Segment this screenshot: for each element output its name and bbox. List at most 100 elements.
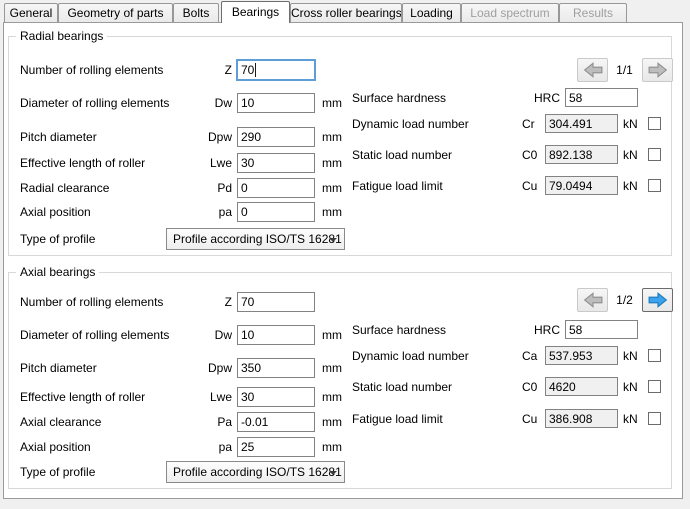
axial-static-load-unit: kN: [623, 377, 638, 397]
radial-dpw-unit: mm: [322, 127, 342, 147]
axial-profile-combobox[interactable]: Profile according ISO/TS 16281: [166, 461, 345, 483]
tab-loading[interactable]: Loading: [402, 3, 461, 23]
tab-geometry-of-parts[interactable]: Geometry of parts: [58, 3, 173, 23]
axial-page-indicator: 1/2: [607, 288, 642, 312]
axial-hardness-label: Surface hardness: [352, 320, 446, 340]
radial-lwe-label: Effective length of roller: [20, 153, 145, 173]
radial-pa-label: Axial position: [20, 202, 91, 222]
axial-static-load-label: Static load number: [352, 377, 452, 397]
radial-pa-symbol: pa: [195, 202, 232, 222]
radial-pd-symbol: Pd: [195, 178, 232, 198]
radial-profile-combobox[interactable]: Profile according ISO/TS 16281: [166, 228, 345, 250]
arrow-right-icon: [648, 292, 668, 308]
tab-general[interactable]: General: [4, 3, 58, 23]
axial-clearance-unit: mm: [322, 412, 342, 432]
axial-lwe-label: Effective length of roller: [20, 387, 145, 407]
chevron-down-icon: [329, 238, 337, 242]
radial-dynamic-load-unit: kN: [623, 114, 638, 134]
radial-dw-label: Diameter of rolling elements: [20, 93, 169, 113]
tab-bolts[interactable]: Bolts: [173, 3, 219, 23]
axial-static-load-checkbox[interactable]: [648, 380, 661, 393]
radial-dw-symbol: Dw: [195, 93, 232, 113]
axial-fatigue-limit-label: Fatigue load limit: [352, 409, 443, 429]
arrow-right-icon: [648, 62, 668, 78]
radial-fatigue-limit-field[interactable]: [545, 176, 618, 195]
axial-dw-label: Diameter of rolling elements: [20, 325, 169, 345]
axial-fatigue-limit-symbol: Cu: [522, 409, 537, 429]
axial-dpw-label: Pitch diameter: [20, 358, 97, 378]
bearings-dialog: { "tabs": [ { "label": "General" }, { "l…: [0, 0, 690, 509]
axial-bearings-group-title: Axial bearings: [16, 265, 99, 279]
radial-dynamic-load-symbol: Cr: [522, 114, 535, 134]
radial-lwe-symbol: Lwe: [195, 153, 232, 173]
axial-position-symbol: pa: [195, 437, 232, 457]
radial-dynamic-load-field[interactable]: [545, 114, 618, 133]
axial-dynamic-load-label: Dynamic load number: [352, 346, 469, 366]
radial-pa-unit: mm: [322, 202, 342, 222]
radial-lwe-input[interactable]: [237, 153, 315, 173]
axial-fatigue-limit-field[interactable]: [545, 409, 618, 428]
axial-dynamic-load-checkbox[interactable]: [648, 349, 661, 362]
axial-dw-input[interactable]: [237, 325, 315, 345]
radial-pd-unit: mm: [322, 178, 342, 198]
radial-dw-input[interactable]: [237, 93, 315, 113]
radial-static-load-field[interactable]: [545, 145, 618, 164]
axial-clearance-label: Axial clearance: [20, 412, 101, 432]
radial-fatigue-limit-unit: kN: [623, 176, 638, 196]
radial-next-page-button[interactable]: [642, 58, 673, 82]
radial-profile-value: Profile according ISO/TS 16281: [173, 232, 342, 246]
axial-prev-page-button[interactable]: [577, 288, 608, 312]
radial-z-symbol: Z: [195, 60, 232, 80]
axial-static-load-symbol: C0: [522, 377, 537, 397]
axial-clearance-input[interactable]: [237, 412, 315, 432]
arrow-left-icon: [583, 292, 603, 308]
radial-pd-input[interactable]: [237, 178, 315, 198]
radial-page-indicator: 1/1: [607, 58, 642, 82]
text-cursor: [255, 63, 256, 77]
axial-dynamic-load-field[interactable]: [545, 346, 618, 365]
axial-lwe-unit: mm: [322, 387, 342, 407]
axial-lwe-input[interactable]: [237, 387, 315, 407]
radial-z-input[interactable]: [236, 59, 316, 81]
axial-dw-symbol: Dw: [195, 325, 232, 345]
radial-bearings-group-title: Radial bearings: [16, 29, 107, 43]
radial-static-load-label: Static load number: [352, 145, 452, 165]
radial-fatigue-limit-checkbox[interactable]: [648, 179, 661, 192]
axial-position-label: Axial position: [20, 437, 91, 457]
axial-position-unit: mm: [322, 437, 342, 457]
radial-static-load-checkbox[interactable]: [648, 148, 661, 161]
axial-dpw-symbol: Dpw: [195, 358, 232, 378]
radial-hardness-input[interactable]: [565, 88, 638, 107]
axial-dpw-input[interactable]: [237, 358, 315, 378]
radial-fatigue-limit-label: Fatigue load limit: [352, 176, 443, 196]
axial-profile-value: Profile according ISO/TS 16281: [173, 465, 342, 479]
radial-lwe-unit: mm: [322, 153, 342, 173]
radial-prev-page-button[interactable]: [577, 58, 608, 82]
axial-next-page-button[interactable]: [642, 288, 673, 312]
axial-static-load-field[interactable]: [545, 377, 618, 396]
axial-profile-label: Type of profile: [20, 462, 95, 482]
radial-dynamic-load-label: Dynamic load number: [352, 114, 469, 134]
radial-z-label: Number of rolling elements: [20, 60, 163, 80]
radial-dpw-input[interactable]: [237, 127, 315, 147]
axial-hardness-symbol: HRC: [516, 320, 560, 340]
axial-dw-unit: mm: [322, 325, 342, 345]
tab-results: Results: [559, 3, 627, 23]
radial-dpw-symbol: Dpw: [195, 127, 232, 147]
radial-static-load-unit: kN: [623, 145, 638, 165]
radial-fatigue-limit-symbol: Cu: [522, 176, 537, 196]
axial-fatigue-limit-checkbox[interactable]: [648, 412, 661, 425]
radial-pd-label: Radial clearance: [20, 178, 109, 198]
radial-pa-input[interactable]: [237, 202, 315, 222]
tab-cross-roller-bearings[interactable]: Cross roller bearings: [290, 3, 402, 23]
axial-fatigue-limit-unit: kN: [623, 409, 638, 429]
axial-hardness-input[interactable]: [565, 320, 638, 339]
radial-dynamic-load-checkbox[interactable]: [648, 117, 661, 130]
chevron-down-icon: [329, 471, 337, 475]
axial-position-input[interactable]: [237, 437, 315, 457]
axial-z-input[interactable]: [237, 292, 315, 312]
radial-static-load-symbol: C0: [522, 145, 537, 165]
axial-clearance-symbol: Pa: [195, 412, 232, 432]
arrow-left-icon: [583, 62, 603, 78]
tab-bearings[interactable]: Bearings: [221, 1, 290, 23]
